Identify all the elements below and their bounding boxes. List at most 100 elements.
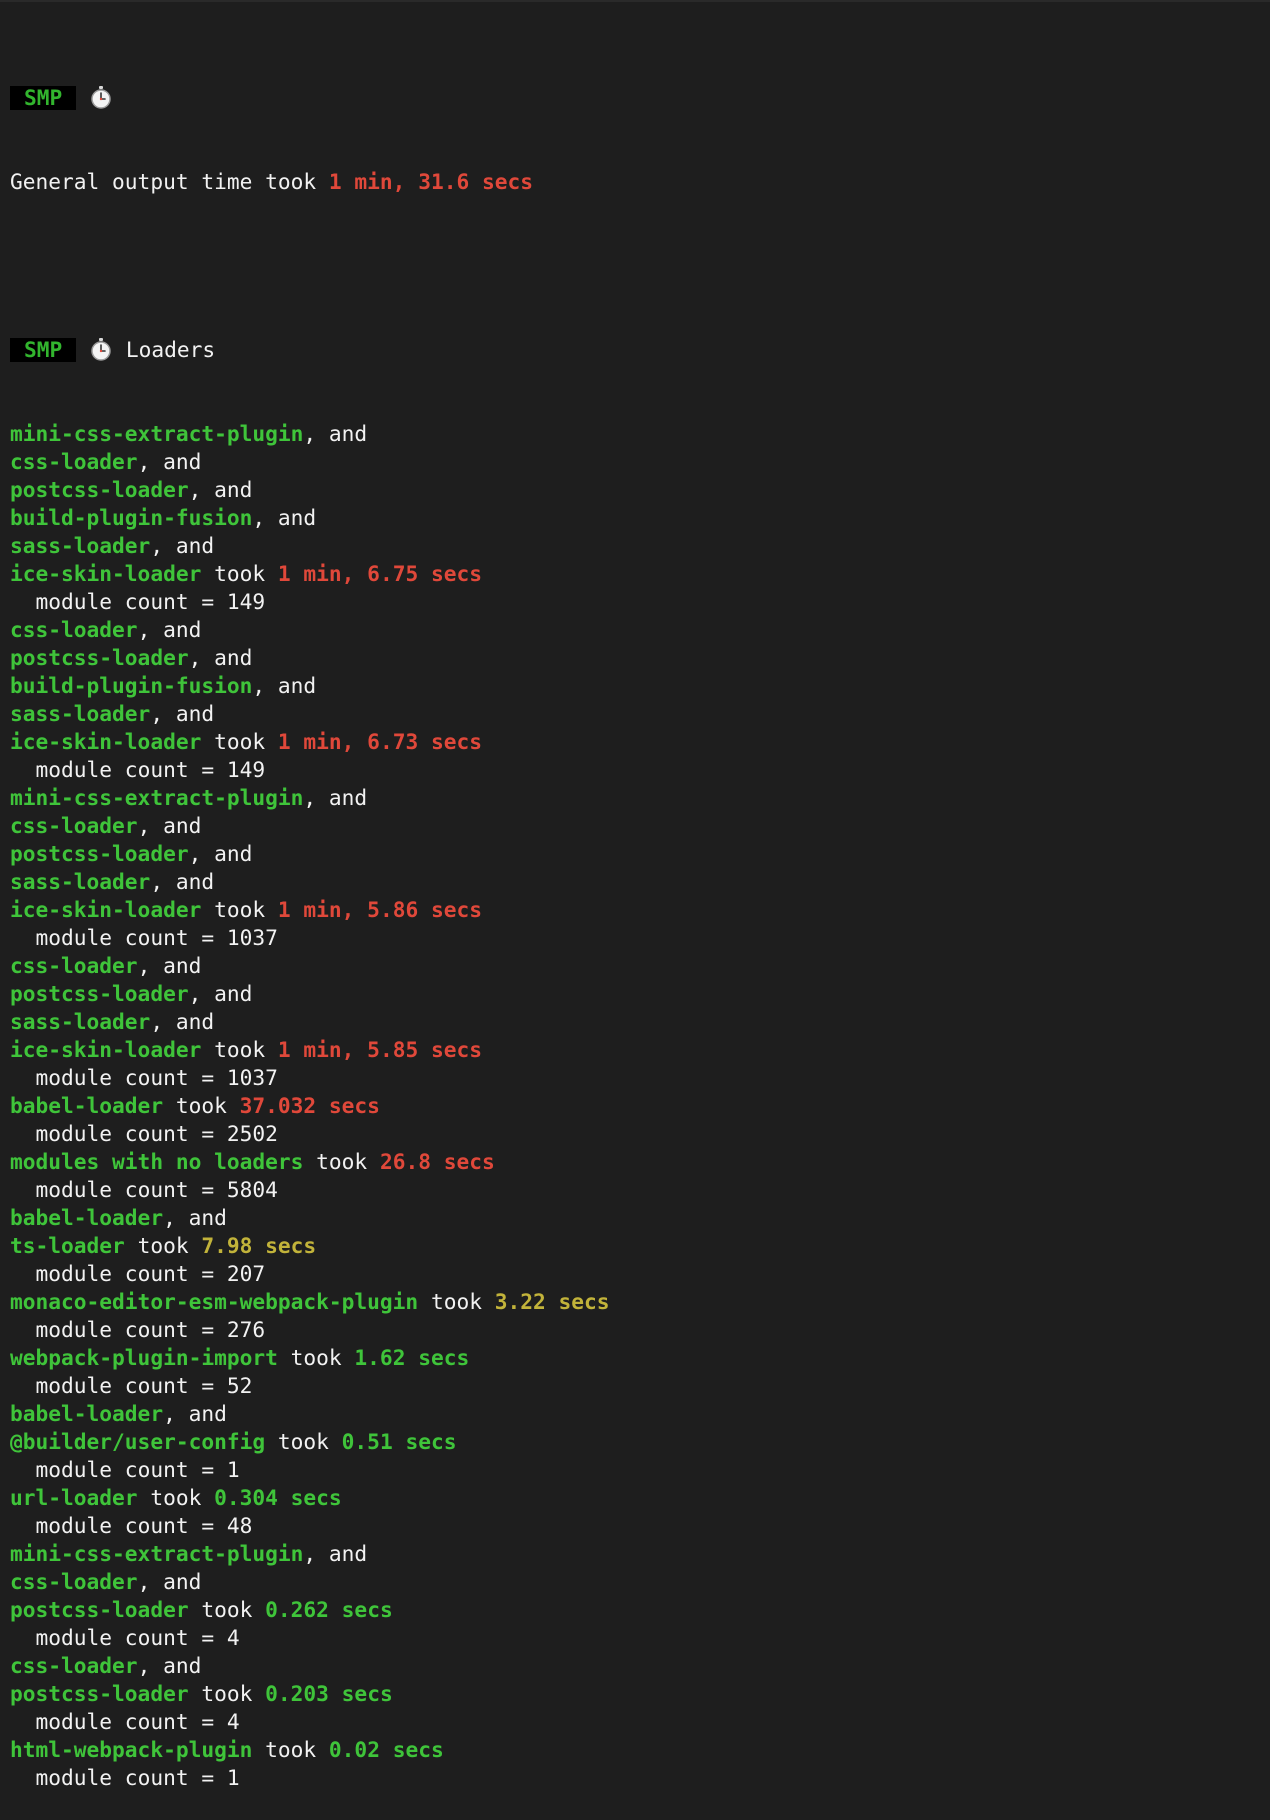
- loader-timing-line: ice-skin-loader took 1 min, 6.73 secs: [10, 728, 1260, 756]
- took-label: took: [265, 1429, 342, 1454]
- took-label: took: [188, 1597, 266, 1622]
- and-separator: , and: [188, 477, 253, 502]
- loader-time: 0.02 secs: [328, 1737, 444, 1762]
- loader-chain-line: postcss-loader, and: [10, 644, 1260, 672]
- took-label: took: [201, 561, 278, 586]
- loader-name: monaco-editor-esm-webpack-plugin: [10, 1289, 419, 1314]
- module-count-line: module count = 276: [10, 1316, 1260, 1344]
- module-count: module count = 4: [35, 1625, 240, 1650]
- loader-name: modules with no loaders: [10, 1149, 304, 1174]
- loader-name: postcss-loader: [10, 841, 189, 866]
- loader-name: postcss-loader: [10, 477, 189, 502]
- loader-timing-line: url-loader took 0.304 secs: [10, 1484, 1260, 1512]
- loader-name: postcss-loader: [10, 981, 189, 1006]
- loader-name: postcss-loader: [10, 1597, 189, 1622]
- loader-chain-line: sass-loader, and: [10, 868, 1260, 896]
- general-output-line: General output time took 1 min, 31.6 sec…: [10, 168, 1260, 196]
- took-label: took: [137, 1485, 215, 1510]
- module-count: module count = 207: [35, 1261, 266, 1286]
- smp-badge: SMP: [10, 338, 77, 362]
- loader-name: css-loader: [10, 1569, 138, 1594]
- loader-name: sass-loader: [10, 533, 151, 558]
- module-count: module count = 1: [35, 1457, 240, 1482]
- and-separator: , and: [150, 701, 215, 726]
- loader-time: 37.032 secs: [239, 1093, 380, 1118]
- loader-time: 7.98 secs: [201, 1233, 317, 1258]
- loader-chain-line: sass-loader, and: [10, 532, 1260, 560]
- loader-chain-line: build-plugin-fusion, and: [10, 672, 1260, 700]
- terminal-output[interactable]: SMP General output time took 1 min, 31.6…: [10, 28, 1260, 1820]
- loader-time: 1 min, 6.75 secs: [277, 561, 482, 586]
- module-count-line: module count = 5804: [10, 1176, 1260, 1204]
- loader-name: css-loader: [10, 953, 138, 978]
- loader-time: 26.8 secs: [379, 1149, 495, 1174]
- loader-timing-line: monaco-editor-esm-webpack-plugin took 3.…: [10, 1288, 1260, 1316]
- loader-timing-line: ts-loader took 7.98 secs: [10, 1232, 1260, 1260]
- stopwatch-icon: [91, 86, 111, 109]
- loader-time: 1 min, 5.85 secs: [277, 1037, 482, 1062]
- loader-name: babel-loader: [10, 1401, 164, 1426]
- loader-timing-line: babel-loader took 37.032 secs: [10, 1092, 1260, 1120]
- loader-time: 0.203 secs: [265, 1681, 393, 1706]
- loader-chain-line: css-loader, and: [10, 1652, 1260, 1680]
- module-count-line: module count = 149: [10, 756, 1260, 784]
- took-label: took: [303, 1149, 380, 1174]
- loader-name: mini-css-extract-plugin: [10, 421, 304, 446]
- module-count: module count = 52: [35, 1373, 253, 1398]
- loader-name: css-loader: [10, 813, 138, 838]
- loader-time: 1 min, 6.73 secs: [277, 729, 482, 754]
- and-separator: , and: [163, 1401, 227, 1426]
- loader-name: babel-loader: [10, 1205, 164, 1230]
- loader-time: 1.62 secs: [354, 1345, 470, 1370]
- window-top-edge: [0, 0, 1270, 2]
- loader-timing-line: html-webpack-plugin took 0.02 secs: [10, 1736, 1260, 1764]
- loader-name: ice-skin-loader: [10, 729, 202, 754]
- loader-name: sass-loader: [10, 701, 151, 726]
- module-count-line: module count = 52: [10, 1372, 1260, 1400]
- loader-timing-line: postcss-loader took 0.262 secs: [10, 1596, 1260, 1624]
- took-label: took: [201, 729, 278, 754]
- module-count-line: module count = 1037: [10, 924, 1260, 952]
- loader-time: 0.51 secs: [341, 1429, 457, 1454]
- module-count: module count = 4: [35, 1709, 240, 1734]
- loader-name: css-loader: [10, 617, 138, 642]
- loader-name: html-webpack-plugin: [10, 1737, 253, 1762]
- module-count: module count = 5804: [35, 1177, 278, 1202]
- loader-time: 0.304 secs: [214, 1485, 342, 1510]
- and-separator: , and: [150, 1009, 215, 1034]
- and-separator: , and: [252, 673, 317, 698]
- loader-name: ice-skin-loader: [10, 897, 202, 922]
- and-separator: , and: [303, 421, 368, 446]
- loader-name: mini-css-extract-plugin: [10, 1541, 304, 1566]
- module-count-line: module count = 1: [10, 1764, 1260, 1792]
- loader-list: mini-css-extract-plugin, and css-loader, …: [10, 420, 1260, 1792]
- took-label: took: [163, 1093, 240, 1118]
- loader-chain-line: mini-css-extract-plugin, and: [10, 1540, 1260, 1568]
- and-separator: , and: [303, 785, 368, 810]
- loader-timing-line: modules with no loaders took 26.8 secs: [10, 1148, 1260, 1176]
- loader-chain-line: babel-loader, and: [10, 1400, 1260, 1428]
- and-separator: , and: [188, 981, 253, 1006]
- and-separator: , and: [150, 533, 215, 558]
- took-label: took: [277, 1345, 355, 1370]
- loader-chain-line: css-loader, and: [10, 952, 1260, 980]
- and-separator: , and: [137, 449, 202, 474]
- loader-chain-line: sass-loader, and: [10, 1008, 1260, 1036]
- general-output-time: 1 min, 31.6 secs: [328, 169, 534, 194]
- loader-name: ts-loader: [10, 1233, 125, 1258]
- module-count: module count = 1037: [35, 1065, 278, 1090]
- module-count-line: module count = 4: [10, 1708, 1260, 1736]
- and-separator: , and: [252, 505, 317, 530]
- loader-chain-line: babel-loader, and: [10, 1204, 1260, 1232]
- loader-chain-line: sass-loader, and: [10, 700, 1260, 728]
- module-count-line: module count = 48: [10, 1512, 1260, 1540]
- loader-chain-line: postcss-loader, and: [10, 840, 1260, 868]
- and-separator: , and: [137, 1653, 202, 1678]
